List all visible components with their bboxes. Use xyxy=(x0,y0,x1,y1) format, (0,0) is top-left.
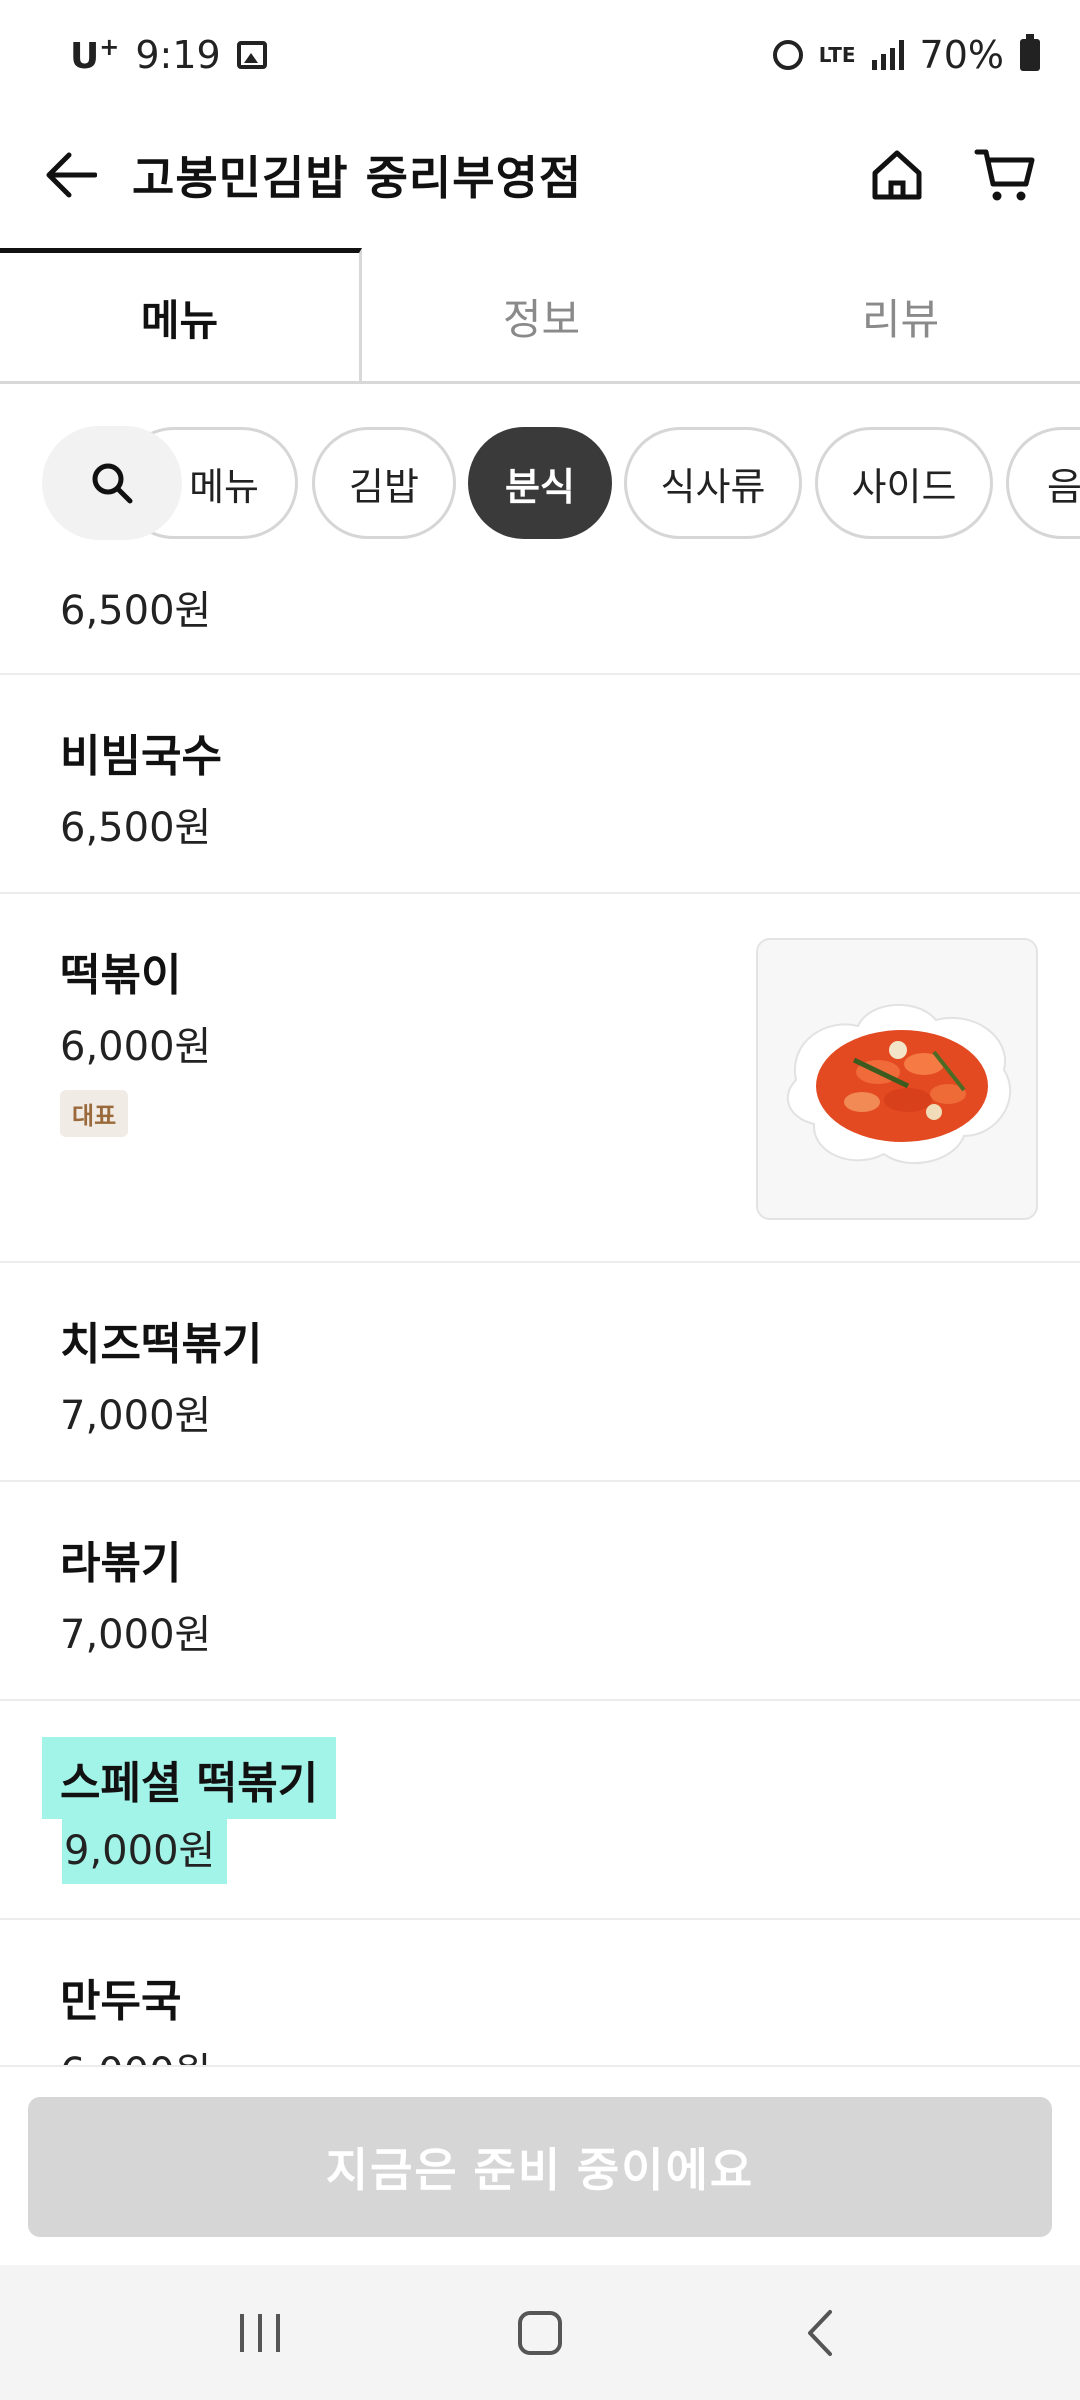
store-tabs: 메뉴 정보 리뷰 xyxy=(0,248,1080,384)
menu-item[interactable]: 6,500원 xyxy=(0,550,1080,675)
menu-item-price: 6,000원 xyxy=(60,2040,211,2065)
menu-item-price: 6,500원 xyxy=(60,805,212,851)
status-right: LTE 70% xyxy=(772,33,1040,77)
order-button-disabled[interactable]: 지금은 준비 중이에요 xyxy=(28,2097,1052,2237)
battery-icon xyxy=(1020,34,1040,71)
status-left: U+ 9:19 xyxy=(70,33,267,77)
menu-item-image xyxy=(756,938,1038,1220)
system-navigation-bar xyxy=(0,2265,1080,2400)
chevron-left-icon xyxy=(808,2309,832,2356)
order-bar: 지금은 준비 중이에요 xyxy=(0,2065,1080,2265)
menu-item[interactable]: 라볶기 7,000원 xyxy=(0,1482,1080,1701)
menu-item-price: 6,000원 xyxy=(60,1024,212,1070)
alarm-icon xyxy=(772,40,803,70)
menu-item-price: 9,000원 xyxy=(62,1810,228,1884)
app-header: 고봉민김밥 중리부영점 xyxy=(0,110,1080,240)
category-chip-gimbap[interactable]: 김밥 xyxy=(312,427,456,539)
category-chip-drinks[interactable]: 음 xyxy=(1006,427,1080,539)
back-button[interactable] xyxy=(40,144,102,206)
menu-item-price: 7,000원 xyxy=(60,1612,212,1658)
status-time: 9:19 xyxy=(135,33,221,77)
category-chip-bar[interactable]: 메뉴 김밥 분식 식사류 사이드 음 xyxy=(0,420,1080,546)
menu-item-name: 떡볶이 xyxy=(60,950,182,1001)
menu-item[interactable]: 떡볶이 6,000원 대표 xyxy=(0,894,1080,1263)
recent-apps-button[interactable] xyxy=(210,2293,310,2373)
menu-item[interactable]: 비빔국수 6,500원 xyxy=(0,675,1080,894)
carrier-label: U+ xyxy=(70,33,120,77)
signature-badge: 대표 xyxy=(60,1090,129,1137)
menu-item[interactable]: 스페셜 떡볶기 9,000원 xyxy=(0,1701,1080,1920)
tab-review[interactable]: 리뷰 xyxy=(721,248,1080,381)
menu-item-name: 만두국 xyxy=(60,1976,182,2027)
menu-item-name: 비빔국수 xyxy=(60,731,222,782)
lte-icon: LTE xyxy=(818,43,856,67)
menu-item-price: 7,000원 xyxy=(60,1393,212,1439)
category-chip-meals[interactable]: 식사류 xyxy=(624,427,802,539)
back-nav-button[interactable] xyxy=(770,2293,870,2373)
home-button[interactable] xyxy=(862,140,932,210)
recent-apps-icon xyxy=(240,2313,280,2352)
menu-item-name: 스페셜 떡볶기 xyxy=(42,1737,337,1819)
arrow-left-icon xyxy=(46,152,97,198)
gallery-notification-icon xyxy=(236,41,267,69)
menu-list: 6,500원 비빔국수 6,500원 떡볶이 6,000원 대표 치즈떡볶기 7… xyxy=(0,550,1080,2065)
tab-menu[interactable]: 메뉴 xyxy=(0,248,362,381)
menu-item[interactable]: 만두국 6,000원 xyxy=(0,1920,1080,2065)
status-bar: U+ 9:19 LTE 70% xyxy=(0,0,1080,110)
menu-search-button[interactable] xyxy=(42,426,182,540)
menu-item-name: 치즈떡볶기 xyxy=(60,1319,263,1370)
menu-item-name: 라볶기 xyxy=(60,1538,182,1589)
menu-item[interactable]: 치즈떡볶기 7,000원 xyxy=(0,1263,1080,1482)
category-chip-side[interactable]: 사이드 xyxy=(815,427,993,539)
cart-button[interactable] xyxy=(970,140,1040,210)
category-chip-bunsik[interactable]: 분식 xyxy=(468,427,612,539)
menu-item-price: 6,500원 xyxy=(60,588,212,634)
home-nav-icon xyxy=(518,2310,562,2355)
store-title: 고봉민김밥 중리부영점 xyxy=(132,151,583,205)
tab-info[interactable]: 정보 xyxy=(362,248,721,381)
home-icon xyxy=(872,150,922,200)
cart-icon xyxy=(974,149,1035,201)
tteokbokki-image xyxy=(758,940,1036,1218)
search-icon xyxy=(92,463,133,504)
home-nav-button[interactable] xyxy=(490,2293,590,2373)
signal-icon xyxy=(871,40,904,70)
battery-percent: 70% xyxy=(919,33,1004,77)
